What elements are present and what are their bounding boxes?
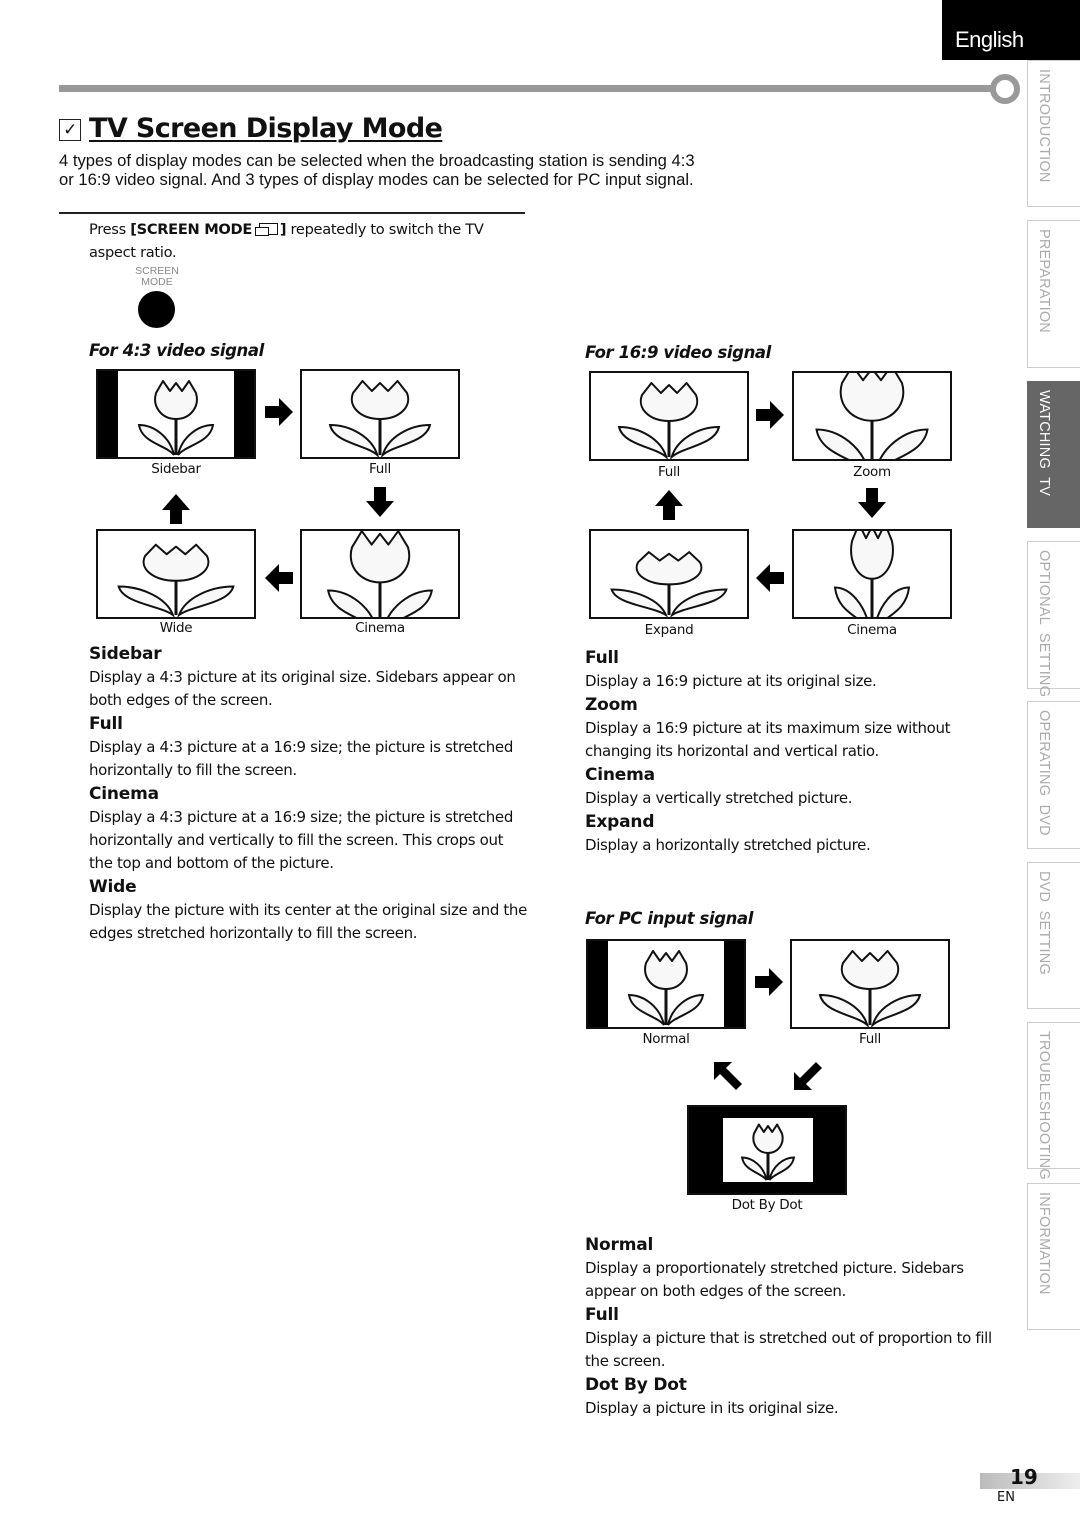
mode-heading: Cinema: [585, 765, 655, 785]
tulip-illustration: [723, 1118, 813, 1182]
caption-pc-normal: Normal: [642, 1031, 690, 1047]
tulip-illustration: [117, 543, 235, 617]
side-tab-optional-setting[interactable]: OPTIONAL SETTING: [1027, 541, 1080, 697]
arrow-left-icon: [261, 560, 297, 596]
mode-heading: Full: [585, 1305, 619, 1325]
signal-43-title: For 4:3 video signal: [89, 341, 264, 360]
side-tab-operating-dvd[interactable]: OPERATING DVD: [1027, 701, 1080, 849]
screen-mode-icon: [254, 223, 278, 236]
screen-43-cinema: [300, 529, 460, 619]
caption-pc-dot-by-dot: Dot By Dot: [731, 1197, 803, 1213]
screen-169-expand: [589, 529, 749, 619]
mode-description: Display a 16:9 picture at its maximum si…: [585, 719, 951, 760]
screen-pc-dot-by-dot: [687, 1105, 847, 1195]
caption-43-wide: Wide: [159, 620, 193, 636]
caption-pc-full: Full: [859, 1031, 881, 1047]
caption-43-full: Full: [369, 461, 391, 477]
tulip-illustration: [818, 950, 922, 1027]
mode-description: Display a proportionately stretched pict…: [585, 1259, 964, 1300]
arrow-up-left-icon: [710, 1058, 746, 1094]
tulip-illustration: [588, 941, 744, 1027]
tulip-illustration: [328, 380, 432, 457]
side-tab-preparation[interactable]: PREPARATION: [1027, 220, 1080, 368]
screen-169-zoom: [792, 371, 952, 461]
screen-169-cinema: [792, 529, 952, 619]
mode-description: Display a 4:3 picture at a 16:9 size; th…: [89, 808, 513, 872]
mode-heading: Full: [89, 714, 123, 734]
page-number: 19: [1010, 1465, 1038, 1489]
descriptions-43: Sidebar Display a 4:3 picture at its ori…: [89, 642, 529, 945]
page-title: ✓ TV Screen Display Mode: [59, 113, 443, 144]
header-ring-decoration: [990, 74, 1020, 104]
tulip-illustration: [610, 551, 728, 617]
tulip-illustration: [617, 382, 721, 459]
tulip-illustration: [815, 373, 929, 459]
screen-43-full: [300, 369, 460, 459]
screen-mode-button-label: SCREEN MODE: [135, 265, 179, 288]
tulip-illustration: [833, 531, 911, 617]
intro-rule: [59, 212, 525, 214]
mode-description: Display a 4:3 picture at its original si…: [89, 668, 516, 709]
checkbox-icon: ✓: [59, 119, 81, 141]
arrow-down-left-icon: [790, 1058, 826, 1094]
arrow-up-icon: [651, 486, 687, 522]
mode-heading: Wide: [89, 877, 137, 897]
arrow-right-icon: [752, 397, 788, 433]
arrow-left-icon: [752, 560, 788, 596]
arrow-up-icon: [158, 490, 194, 526]
arrow-down-icon: [362, 485, 398, 521]
mode-description: Display the picture with its center at t…: [89, 901, 527, 942]
descriptions-169: Full Display a 16:9 picture at its origi…: [585, 646, 1005, 857]
side-tab-watching-tv[interactable]: WATCHING TV: [1027, 381, 1080, 528]
caption-169-cinema: Cinema: [847, 622, 897, 638]
screen-pc-full: [790, 939, 950, 1029]
caption-43-cinema: Cinema: [355, 620, 405, 636]
press-instruction: Press [SCREEN MODE ] repeatedly to switc…: [89, 221, 484, 261]
screen-43-wide: [96, 529, 256, 619]
side-tab-introduction[interactable]: INTRODUCTION: [1027, 60, 1080, 207]
tulip-illustration: [327, 531, 433, 617]
side-tab-troubleshooting[interactable]: TROUBLESHOOTING: [1027, 1022, 1080, 1180]
tulip-illustration: [98, 371, 254, 457]
mode-description: Display a 16:9 picture at its original s…: [585, 672, 877, 690]
mode-description: Display a picture that is stretched out …: [585, 1329, 992, 1370]
mode-heading: Normal: [585, 1235, 654, 1255]
mode-description: Display a 4:3 picture at a 16:9 size; th…: [89, 738, 513, 779]
mode-description: Display a horizontally stretched picture…: [585, 836, 871, 854]
arrow-right-icon: [261, 394, 297, 430]
arrow-right-icon: [751, 964, 787, 1000]
screen-169-full: [589, 371, 749, 461]
arrow-down-icon: [854, 486, 890, 522]
mode-heading: Zoom: [585, 695, 638, 715]
caption-169-expand: Expand: [644, 622, 694, 638]
screen-pc-normal: [586, 939, 746, 1029]
signal-pc-title: For PC input signal: [585, 909, 753, 928]
mode-heading: Sidebar: [89, 644, 162, 664]
mode-heading: Full: [585, 648, 619, 668]
mode-description: Display a vertically stretched picture.: [585, 789, 853, 807]
screen-43-sidebar: [96, 369, 256, 459]
caption-43-sidebar: Sidebar: [151, 461, 201, 477]
mode-heading: Cinema: [89, 784, 159, 804]
side-tab-dvd-setting[interactable]: DVD SETTING: [1027, 862, 1080, 1009]
signal-169-title: For 16:9 video signal: [585, 343, 771, 362]
page-locale: EN: [997, 1490, 1015, 1505]
header-rule: [59, 85, 992, 92]
mode-description: Display a picture in its original size.: [585, 1399, 839, 1417]
caption-169-full: Full: [658, 464, 680, 480]
screen-mode-button-icon: [138, 291, 175, 328]
mode-heading: Dot By Dot: [585, 1375, 687, 1395]
descriptions-pc: Normal Display a proportionately stretch…: [585, 1233, 1015, 1420]
caption-169-zoom: Zoom: [853, 464, 891, 480]
language-tab: English: [942, 0, 1080, 60]
side-tab-information[interactable]: INFORMATION: [1027, 1183, 1080, 1330]
intro-text: 4 types of display modes can be selected…: [59, 151, 695, 189]
mode-heading: Expand: [585, 812, 655, 832]
